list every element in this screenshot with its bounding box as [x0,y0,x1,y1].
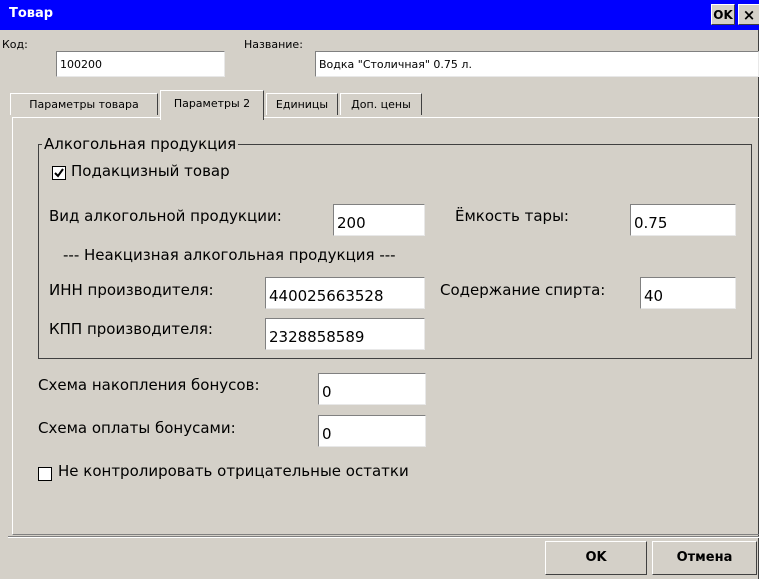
bonus-accrual-input[interactable] [318,373,426,405]
alcohol-group-title: Алкогольная продукция [42,135,239,153]
inn-input[interactable] [265,277,425,309]
tab-params-2[interactable]: Параметры 2 [160,90,264,120]
negative-stock-checkbox[interactable] [38,467,52,481]
bonus-payment-input[interactable] [318,415,426,447]
kpp-input[interactable] [265,318,425,350]
title-bar: Товар OK × [0,0,759,30]
ok-button[interactable]: OK [545,541,647,575]
name-input[interactable] [315,51,759,77]
tab-product-params[interactable]: Параметры товара [10,93,158,115]
window-title: Товар [9,6,54,21]
alcohol-content-label: Содержание спирта: [440,281,606,299]
capacity-label: Ёмкость тары: [455,207,569,225]
negative-stock-label: Не контролировать отрицательные остатки [58,462,409,480]
close-icon[interactable]: × [738,4,759,25]
tab-units[interactable]: Единицы [266,93,338,115]
inn-label: ИНН производителя: [49,281,214,299]
non-excise-heading: --- Неакцизная алкогольная продукция --- [63,246,396,264]
code-label: Код: [2,38,28,51]
alcohol-content-input[interactable] [640,277,736,309]
code-input[interactable] [56,51,225,77]
name-label: Название: [244,38,303,51]
alcohol-kind-input[interactable] [333,204,425,236]
capacity-input[interactable] [630,204,736,236]
product-dialog: Товар OK × Код: Название: Параметры това… [0,0,759,579]
excise-label: Подакцизный товар [71,162,230,180]
kpp-label: КПП производителя: [49,320,213,338]
checkmark-icon [54,168,64,178]
tab-extra-prices[interactable]: Доп. цены [340,93,422,115]
cancel-button[interactable]: Отмена [652,541,757,575]
bonus-payment-label: Схема оплаты бонусами: [38,419,236,437]
alcohol-kind-label: Вид алкогольной продукции: [49,207,282,225]
titlebar-ok-button[interactable]: OK [711,4,735,25]
footer-separator [8,536,759,538]
bonus-accrual-label: Схема накопления бонусов: [38,376,260,394]
excise-checkbox[interactable] [52,166,66,180]
